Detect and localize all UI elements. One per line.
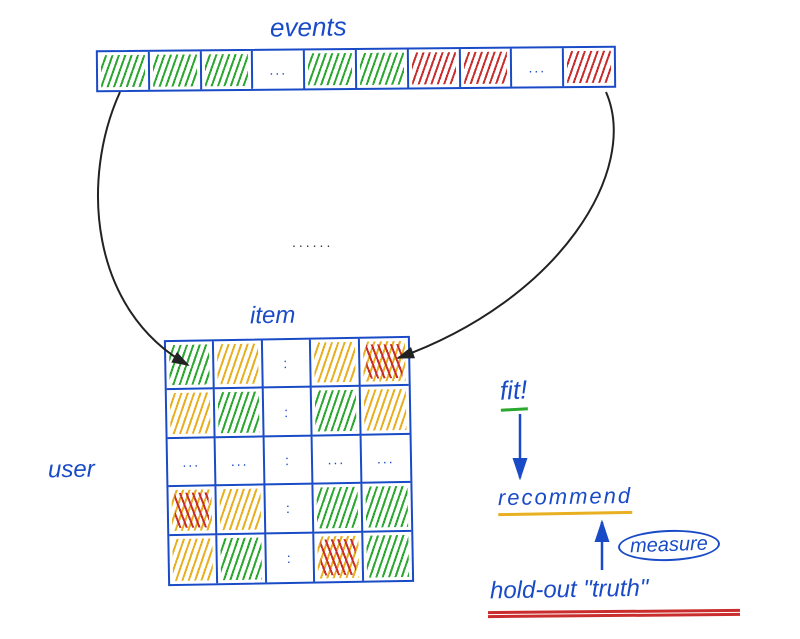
matrix-cell-coldots: : [263,340,312,389]
event-cell [564,48,614,86]
matrix-cell-coldots: : [264,436,313,485]
event-cell [201,51,253,89]
events-row: ... ... [96,46,616,93]
matrix-cell [362,483,411,532]
matrix-cell-coldots: : [265,485,314,534]
matrix-cell-coldots: : [264,388,313,437]
event-cell [409,49,461,87]
matrix-cell-holdout [314,532,363,581]
matrix-cell [314,484,363,533]
holdout-label: hold-out "truth" [490,575,649,610]
matrix-cell [167,390,216,439]
matrix-cell [217,486,266,535]
arrow-events-to-matrix-right [398,92,614,358]
user-item-matrix: : : ... ... : ... ... : : [164,336,414,586]
measure-label: measure [617,528,720,563]
matrix-cell [218,534,267,583]
ellipsis-mid: ...... [292,234,333,250]
user-label: user [48,456,95,485]
matrix-cell-rowdots: ... [313,436,362,485]
matrix-cell [312,387,361,436]
event-cell [357,50,409,88]
event-cell [305,50,357,88]
event-cell [460,49,512,87]
matrix-cell [363,531,412,580]
event-cell [98,52,150,90]
matrix-cell [215,389,264,438]
matrix-cell-rowdots: ... [216,437,265,486]
event-cell [150,51,202,89]
item-label: item [250,302,296,331]
matrix-cell-rowdots: ... [361,435,410,484]
recommend-label: recommend [498,483,633,516]
matrix-cell [311,339,360,388]
matrix-cell-coldots: : [266,533,315,582]
events-label: events [270,11,347,43]
matrix-cell [214,340,263,389]
matrix-cell [360,386,409,435]
matrix-cell [169,535,218,584]
matrix-cell [166,341,215,390]
event-cell-ellipsis: ... [253,50,305,88]
event-cell-ellipsis: ... [512,48,564,86]
matrix-cell-holdout [359,338,408,387]
holdout-underline [488,610,740,620]
matrix-cell-rowdots: ... [168,438,217,487]
matrix-cell-holdout [168,486,217,535]
fit-label: fit! [499,374,528,411]
arrow-events-to-matrix-left [98,92,188,365]
